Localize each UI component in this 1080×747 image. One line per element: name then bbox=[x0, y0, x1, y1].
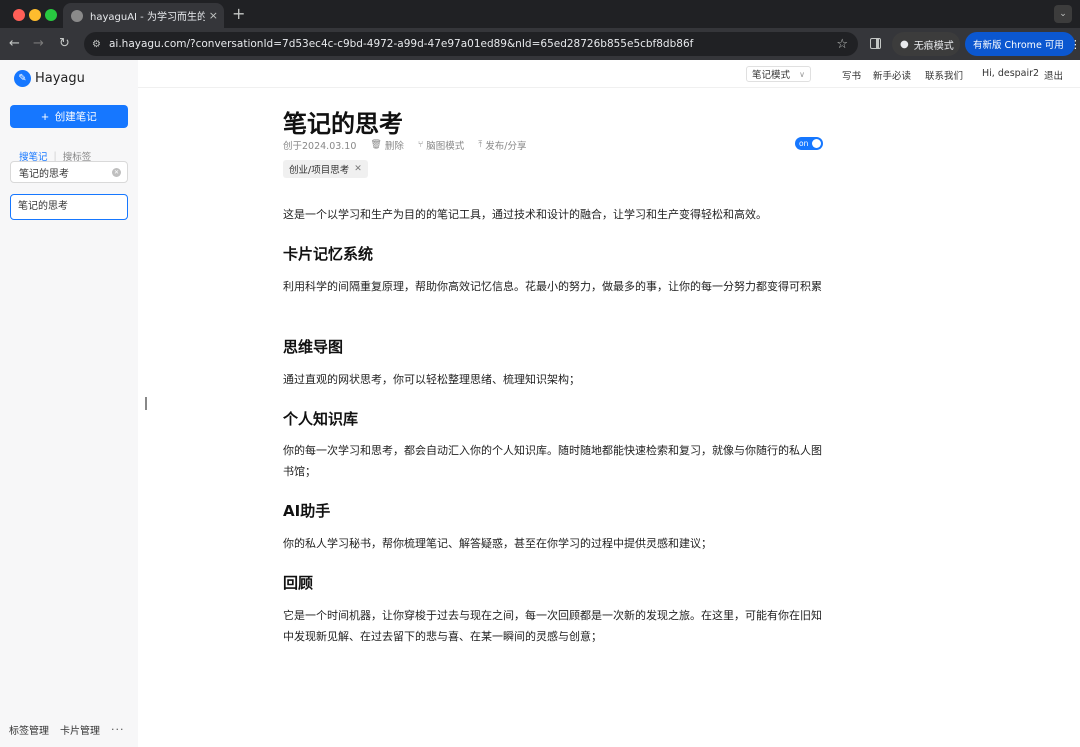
more-icon[interactable]: ··· bbox=[111, 723, 125, 736]
search-input-value[interactable]: 笔记的思考 bbox=[19, 165, 112, 180]
logout-link[interactable]: 退出 bbox=[1044, 68, 1063, 82]
publish-label: 发布/分享 bbox=[485, 141, 527, 152]
contact-link[interactable]: 联系我们 bbox=[925, 68, 963, 82]
site-settings-icon[interactable]: ⚙ bbox=[92, 39, 101, 50]
section-heading[interactable]: 思维导图 bbox=[283, 336, 343, 357]
toggle-label: on bbox=[799, 139, 809, 148]
card-management-link[interactable]: 卡片管理 bbox=[60, 722, 100, 737]
url-text[interactable]: ai.hayagu.com/?conversationId=7d53ec4c-c… bbox=[109, 38, 836, 50]
plus-icon: + bbox=[41, 108, 49, 124]
browser-toolbar: ← → ↻ ⚙ ai.hayagu.com/?conversationId=7d… bbox=[0, 28, 1080, 60]
tag-management-link[interactable]: 标签管理 bbox=[9, 722, 49, 737]
publish-button[interactable]: ⤒ 发布/分享 bbox=[478, 138, 526, 152]
section-heading[interactable]: 个人知识库 bbox=[283, 408, 358, 429]
mode-select[interactable]: 笔记模式 ∨ bbox=[746, 66, 811, 82]
user-greeting: Hi, despair2 bbox=[982, 68, 1040, 79]
tab-close-icon[interactable]: × bbox=[209, 9, 218, 22]
browser-tab-bar: hayaguAI - 为学习而生的笔记工具 × + ⌄ bbox=[0, 0, 1080, 28]
tag-label: 创业/项目思考 bbox=[289, 165, 350, 176]
incognito-badge[interactable]: ● 无痕模式 bbox=[892, 32, 960, 56]
page-title[interactable]: 笔记的思考 bbox=[283, 104, 403, 139]
browser-tab[interactable]: hayaguAI - 为学习而生的笔记工具 × bbox=[63, 3, 224, 28]
favicon-icon bbox=[71, 9, 83, 22]
close-icon[interactable]: ✕ bbox=[354, 164, 362, 174]
window-minimize-button[interactable] bbox=[29, 9, 41, 21]
brand[interactable]: ✎ Hayagu bbox=[14, 70, 85, 87]
delete-label: 删除 bbox=[384, 141, 404, 152]
sidebar-footer: 标签管理 卡片管理 ··· bbox=[9, 722, 129, 737]
address-bar[interactable]: ⚙ ai.hayagu.com/?conversationId=7d53ec4c… bbox=[84, 32, 858, 56]
write-book-link[interactable]: 写书 bbox=[842, 68, 861, 82]
delete-button[interactable]: 🗑 删除 bbox=[370, 138, 403, 152]
section-paragraph[interactable]: 你的每一次学习和思考，都会自动汇入你的个人知识库。随时随地都能快速检索和复习，就… bbox=[283, 440, 823, 482]
bookmark-star-icon[interactable]: ☆ bbox=[836, 37, 848, 52]
section-paragraph[interactable]: 它是一个时间机器，让你穿梭于过去与现在之间，每一次回顾都是一次新的发现之旅。在这… bbox=[283, 605, 823, 647]
window-close-button[interactable] bbox=[13, 9, 25, 21]
pencil-logo-icon: ✎ bbox=[14, 70, 31, 87]
tab-title: hayaguAI - 为学习而生的笔记工具 bbox=[90, 12, 205, 23]
list-item[interactable]: 笔记的思考 bbox=[10, 194, 128, 220]
incognito-label: 无痕模式 bbox=[913, 40, 954, 52]
mindmap-button[interactable]: ⑂ 脑图模式 bbox=[418, 138, 464, 152]
create-note-button[interactable]: + 创建笔记 bbox=[10, 105, 128, 128]
section-paragraph[interactable]: 你的私人学习秘书，帮你梳理笔记、解答疑惑，甚至在你学习的过程中提供灵感和建议； bbox=[283, 533, 823, 554]
tag-chip[interactable]: 创业/项目思考 ✕ bbox=[283, 160, 368, 178]
intro-paragraph[interactable]: 这是一个以学习和生产为目的的笔记工具，通过技术和设计的融合，让学习和生产变得轻松… bbox=[283, 204, 823, 225]
tab-divider: | bbox=[53, 150, 57, 162]
chrome-update-button[interactable]: 有新版 Chrome 可用 ⋮ bbox=[965, 32, 1080, 56]
create-note-label: 创建笔记 bbox=[54, 111, 97, 123]
brand-name: Hayagu bbox=[35, 71, 85, 86]
share-nodes-icon: ⑂ bbox=[417, 140, 424, 150]
mode-select-value: 笔记模式 bbox=[752, 70, 791, 81]
new-tab-button[interactable]: + bbox=[232, 5, 245, 23]
section-heading[interactable]: 卡片记忆系统 bbox=[283, 243, 373, 264]
tab-search-chevron-icon[interactable]: ⌄ bbox=[1054, 5, 1072, 23]
upload-icon: ⤒ bbox=[478, 140, 483, 150]
created-date: 创于2024.03.10 bbox=[283, 141, 357, 152]
kebab-menu-icon[interactable]: ⋮ bbox=[1070, 38, 1080, 51]
incognito-icon: ● bbox=[900, 38, 909, 50]
toggle-knob bbox=[812, 139, 821, 148]
window-zoom-button[interactable] bbox=[45, 9, 57, 21]
top-nav: 笔记模式 ∨ 写书 新手必读 联系我们 Hi, despair2 退出 bbox=[138, 60, 1080, 88]
search-input[interactable]: 笔记的思考 ✕ bbox=[10, 161, 128, 183]
section-paragraph[interactable]: 通过直观的网状思考，你可以轻松整理思绪、梳理知识架构； bbox=[283, 369, 823, 390]
section-paragraph[interactable]: 利用科学的间隔重复原理，帮助你高效记忆信息。花最小的努力，做最多的事，让你的每一… bbox=[283, 276, 823, 297]
reload-icon[interactable]: ↻ bbox=[59, 35, 70, 53]
sidebar: ✎ Hayagu + 创建笔记 搜笔记 | 搜标签 笔记的思考 ✕ 笔记的思考 … bbox=[0, 60, 138, 747]
mindmap-label: 脑图模式 bbox=[426, 141, 465, 152]
app: ✎ Hayagu + 创建笔记 搜笔记 | 搜标签 笔记的思考 ✕ 笔记的思考 … bbox=[0, 60, 1080, 747]
section-heading[interactable]: AI助手 bbox=[283, 500, 330, 521]
clear-icon[interactable]: ✕ bbox=[112, 167, 121, 177]
sidebar-resize-handle[interactable] bbox=[145, 397, 147, 410]
toggle-switch[interactable]: on bbox=[795, 137, 823, 150]
trash-icon: 🗑 bbox=[370, 140, 382, 150]
section-heading[interactable]: 回顾 bbox=[283, 572, 313, 593]
chevron-down-icon: ∨ bbox=[799, 69, 805, 79]
back-arrow-icon[interactable]: ← bbox=[9, 35, 20, 53]
beginner-guide-link[interactable]: 新手必读 bbox=[873, 68, 911, 82]
note-meta: 创于2024.03.10 🗑 删除 ⑂ 脑图模式 ⤒ 发布/分享 bbox=[283, 138, 540, 152]
forward-arrow-icon[interactable]: → bbox=[33, 35, 44, 53]
side-panel-icon[interactable] bbox=[870, 38, 881, 49]
chrome-update-label: 有新版 Chrome 可用 bbox=[973, 40, 1064, 51]
